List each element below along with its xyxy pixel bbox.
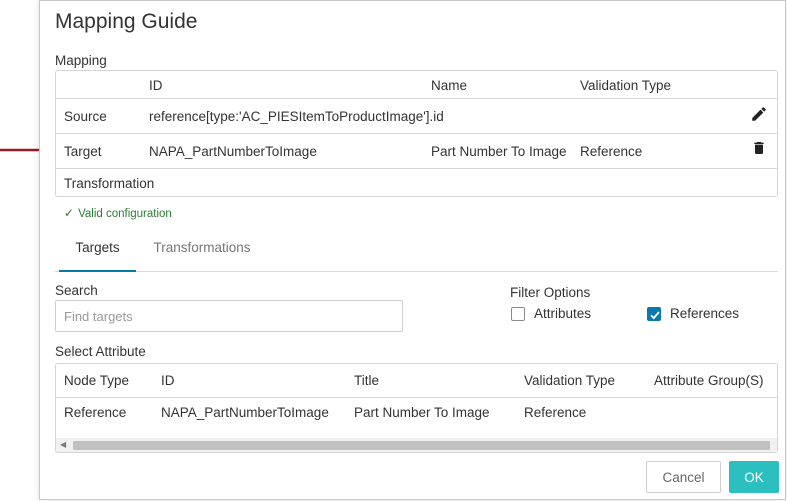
target-id: NAPA_PartNumberToImage [149,144,317,159]
valid-configuration-status: ✓ Valid configuration [64,206,172,220]
header-title: Title [354,373,380,388]
mapping-guide-dialog: Mapping Guide Mapping ID Name Validation… [39,0,786,500]
header-id: ID [161,373,175,388]
ok-button[interactable]: OK [729,461,779,493]
mapping-row-source: Source reference[type:'AC_PIESItemToProd… [56,99,777,134]
attributes-checkbox[interactable] [511,307,525,321]
filter-options-label: Filter Options [510,285,591,300]
tab-targets[interactable]: Targets [59,231,136,272]
scrollbar-thumb[interactable] [73,441,770,450]
trash-icon[interactable] [751,139,767,160]
target-name: Part Number To Image [431,144,567,159]
pencil-icon[interactable] [750,105,768,126]
target-validation-type: Reference [580,144,643,159]
header-name: Name [431,78,468,93]
header-id: ID [149,78,163,93]
attributes-checkbox-label[interactable]: Attributes [534,306,591,321]
row-label: Source [64,109,107,124]
mapping-row-transformation: Transformation [56,169,777,196]
references-checkbox-label[interactable]: References [670,306,739,321]
source-id: reference[type:'AC_PIESItemToProductImag… [149,109,444,124]
row-label: Target [64,144,102,159]
scroll-left-icon[interactable]: ◀ [60,440,66,449]
checkmark-icon [650,311,660,320]
cell-title: Part Number To Image [354,405,490,420]
checkmark-icon: ✓ [64,206,75,220]
search-input[interactable] [55,300,403,332]
mapping-table: ID Name Validation Type Source reference… [55,70,778,197]
select-attribute-label: Select Attribute [55,344,146,359]
attribute-header-row: Node Type ID Title Validation Type Attri… [56,364,777,398]
row-label: Transformation [64,176,155,191]
mapping-row-target: Target NAPA_PartNumberToImage Part Numbe… [56,134,777,169]
mapping-section-label: Mapping [55,53,107,68]
tab-bar: Targets Transformations [55,231,778,272]
dialog-title: Mapping Guide [55,10,198,33]
attribute-table: Node Type ID Title Validation Type Attri… [55,363,778,453]
cancel-button[interactable]: Cancel [646,461,721,493]
header-attribute-group: Attribute Group(S) [654,373,764,388]
references-checkbox[interactable] [647,307,661,321]
header-validation-type: Validation Type [524,373,616,388]
cell-id: NAPA_PartNumberToImage [161,405,329,420]
cell-node-type: Reference [64,405,127,420]
mapping-header-row: ID Name Validation Type [56,71,777,99]
horizontal-scrollbar[interactable]: ◀ [56,438,777,452]
header-validation-type: Validation Type [580,78,672,93]
tab-transformations[interactable]: Transformations [147,231,257,270]
cell-validation-type: Reference [524,405,587,420]
table-row[interactable]: Reference NAPA_PartNumberToImage Part Nu… [56,398,777,430]
search-label: Search [55,283,98,298]
header-node-type: Node Type [64,373,130,388]
